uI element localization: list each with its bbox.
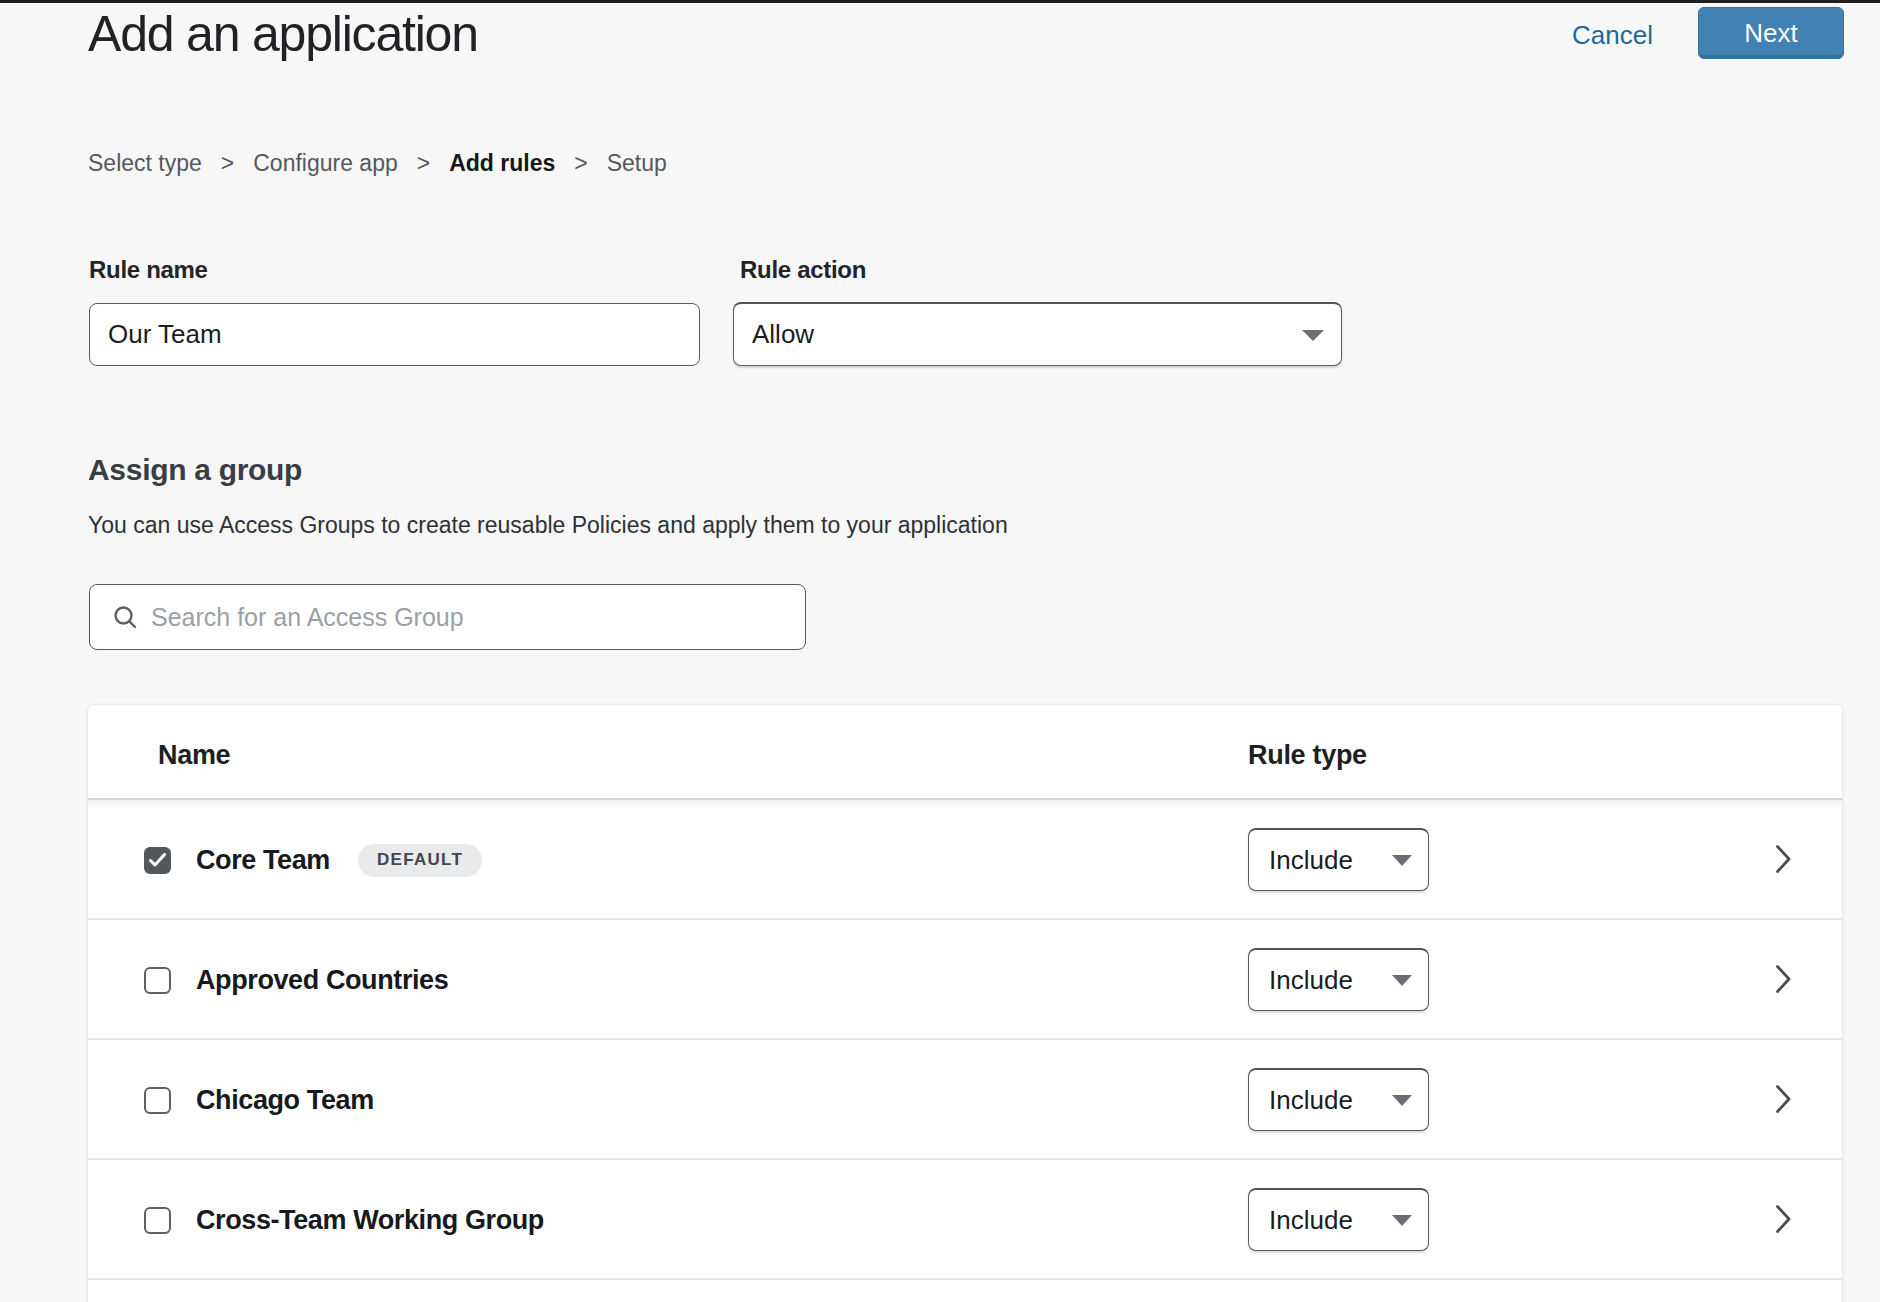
default-badge: DEFAULT (358, 844, 482, 877)
group-name: Core Team (196, 845, 330, 876)
rule-action-label: Rule action (740, 256, 866, 284)
checkbox-approved-countries[interactable] (144, 967, 171, 994)
caret-down-icon (1392, 975, 1412, 986)
chevron-right-icon[interactable] (1775, 1204, 1792, 1234)
group-name: Cross-Team Working Group (196, 1205, 544, 1236)
breadcrumb-setup[interactable]: Setup (607, 150, 667, 177)
check-icon (149, 853, 166, 867)
table-header: Name Rule type (88, 705, 1842, 800)
breadcrumb-add-rules[interactable]: Add rules (449, 150, 555, 177)
checkbox-core-team[interactable] (144, 847, 171, 874)
rule-action-select[interactable]: Allow (733, 302, 1342, 366)
rule-type-value: Include (1269, 1085, 1353, 1116)
column-header-rule-type: Rule type (1248, 740, 1367, 771)
table-row: Approved Countries Include (88, 920, 1842, 1040)
breadcrumb-separator: > (417, 150, 430, 177)
breadcrumb-separator: > (574, 150, 587, 177)
rule-type-value: Include (1269, 845, 1353, 876)
group-name: Approved Countries (196, 965, 448, 996)
checkbox-cross-team-working-group[interactable] (144, 1207, 171, 1234)
breadcrumb-select-type[interactable]: Select type (88, 150, 202, 177)
breadcrumb: Select type > Configure app > Add rules … (88, 150, 667, 177)
breadcrumb-configure-app[interactable]: Configure app (253, 150, 398, 177)
rule-type-select[interactable]: Include (1248, 1188, 1429, 1251)
caret-down-icon (1392, 1215, 1412, 1226)
caret-down-icon (1392, 1095, 1412, 1106)
rule-type-select[interactable]: Include (1248, 828, 1429, 891)
access-groups-table: Name Rule type Core Team DEFAULT Include… (88, 705, 1842, 1302)
rule-name-label: Rule name (89, 256, 208, 284)
table-row: Chicago Team Include (88, 1040, 1842, 1160)
assign-group-description: You can use Access Groups to create reus… (88, 512, 1008, 539)
top-border-strip (0, 0, 1880, 3)
table-row: Core Team DEFAULT Include (88, 800, 1842, 920)
chevron-right-icon[interactable] (1775, 844, 1792, 874)
table-row: Cross-Team Working Group Include (88, 1160, 1842, 1280)
rule-action-value: Allow (752, 319, 814, 350)
access-group-search[interactable] (89, 584, 806, 650)
column-header-name: Name (158, 740, 230, 771)
cancel-button[interactable]: Cancel (1572, 16, 1653, 54)
caret-down-icon (1302, 330, 1324, 341)
checkbox-chicago-team[interactable] (144, 1087, 171, 1114)
page-title: Add an application (88, 5, 478, 63)
group-name: Chicago Team (196, 1085, 374, 1116)
caret-down-icon (1392, 855, 1412, 866)
rule-name-input[interactable] (89, 303, 700, 366)
assign-group-heading: Assign a group (88, 453, 302, 487)
search-icon (112, 604, 138, 630)
chevron-right-icon[interactable] (1775, 964, 1792, 994)
next-button[interactable]: Next (1698, 7, 1844, 59)
rule-type-select[interactable]: Include (1248, 948, 1429, 1011)
chevron-right-icon[interactable] (1775, 1084, 1792, 1114)
breadcrumb-separator: > (221, 150, 234, 177)
table-row-partial (88, 1280, 1842, 1302)
rule-type-value: Include (1269, 1205, 1353, 1236)
rule-type-select[interactable]: Include (1248, 1068, 1429, 1131)
rule-type-value: Include (1269, 965, 1353, 996)
search-input[interactable] (151, 587, 805, 647)
